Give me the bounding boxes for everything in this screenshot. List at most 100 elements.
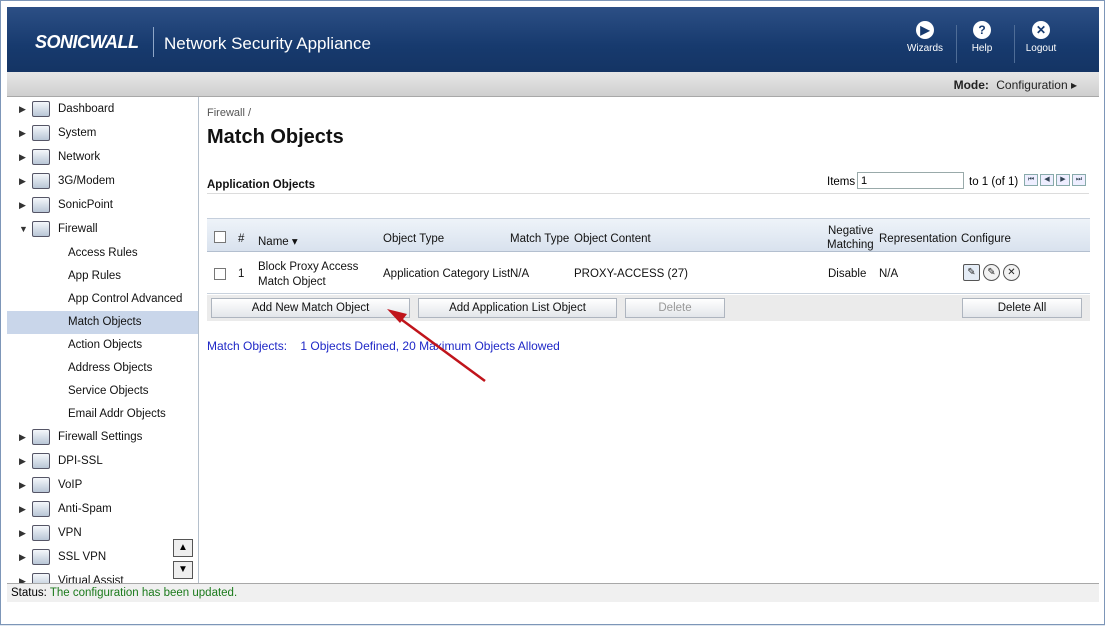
expand-arrow-icon[interactable]: ▶ [19,194,26,216]
section-divider [207,193,1089,194]
sidebar-item-anti-spam[interactable]: ▶ Anti-Spam [7,498,198,520]
select-all-checkbox[interactable] [214,231,226,243]
add-match-object-button[interactable]: Add New Match Object [211,298,410,318]
table-header: # Name ▾ Object Type Match Type Object C… [207,218,1090,252]
sidebar-subitem-label: Service Objects [68,385,149,397]
summary-label: Match Objects: [207,339,288,353]
logout-button[interactable]: ✕ Logout [1016,21,1066,66]
expand-arrow-icon[interactable]: ▶ [19,450,26,472]
sidebar-item-label: Firewall [58,223,98,235]
modem-icon [32,173,50,189]
expand-arrow-icon[interactable]: ▶ [19,474,26,496]
wizards-button[interactable]: ▶ Wizards [900,21,950,66]
items-range: to 1 (of 1) [969,176,1019,188]
mode-bar: Mode: Configuration ▸ [7,72,1099,97]
sidebar-subitem-app-control-advanced[interactable]: App Control Advanced [7,288,198,311]
sidebar-item-firewall[interactable]: ▼ Firewall [7,218,198,240]
prev-page-icon[interactable]: ◀ [1040,174,1054,186]
sidebar-item-label: SSL VPN [58,551,107,563]
sidebar-subitem-match-objects[interactable]: Match Objects [7,311,198,334]
network-globe-icon [32,149,50,165]
expand-arrow-icon[interactable]: ▶ [19,170,26,192]
summary-text: 1 Objects Defined, 20 Maximum Objects Al… [300,339,560,353]
col-name[interactable]: Name ▾ [258,234,298,248]
sidebar-subitem-action-objects[interactable]: Action Objects [7,334,198,357]
pencil-icon[interactable]: ✎ [983,264,1000,281]
dashboard-icon [32,101,50,117]
sidebar-item-label: DPI-SSL [58,455,103,467]
col-num: # [238,233,245,245]
table-row: 1 Block Proxy Access Match Object Applic… [207,253,1090,294]
last-page-icon[interactable]: ⏭ [1072,174,1086,186]
edit-config-icon[interactable]: ✎ [963,264,980,281]
gear-icon [32,429,50,445]
help-button[interactable]: ? Help [957,21,1007,66]
app-window: SONICWALL Network Security Appliance ▶ W… [0,0,1105,625]
envelope-icon [32,501,50,517]
row-name-line1: Block Proxy Access [258,261,359,273]
next-page-icon[interactable]: ▶ [1056,174,1070,186]
sidebar-subitem-email-addr-objects[interactable]: Email Addr Objects [7,403,198,426]
sidebar-subitem-label: Action Objects [68,339,143,351]
items-input[interactable] [857,172,964,189]
row-number: 1 [238,268,245,280]
sidebar-item-label: VoIP [58,479,83,491]
sidebar-item-ssl-vpn[interactable]: ▶ SSL VPN [7,546,198,568]
expand-arrow-icon[interactable]: ▶ [19,426,26,448]
row-representation: N/A [879,268,899,280]
col-object-type: Object Type [383,233,445,245]
status-bar: Status: The configuration has been updat… [7,583,1099,602]
add-application-list-button[interactable]: Add Application List Object [418,298,617,318]
sidebar-item-vpn[interactable]: ▶ VPN [7,522,198,544]
first-page-icon[interactable]: ⏮ [1024,174,1038,186]
sidebar-item-label: Virtual Assist [58,575,124,583]
sidebar-item-dpi-ssl[interactable]: ▶ DPI-SSL [7,450,198,472]
sidebar-item-label: Dashboard [58,103,115,115]
sidebar-subitem-label: Match Objects [68,316,142,328]
scroll-down-button[interactable]: ▼ [173,561,193,579]
breadcrumb[interactable]: Firewall / [207,107,251,119]
objects-summary: Match Objects: 1 Objects Defined, 20 Max… [207,339,560,353]
help-label: Help [971,43,993,54]
main-content: Firewall / Match Objects Application Obj… [200,97,1099,583]
col-representation: Representation [879,233,957,245]
sidebar-subitem-access-rules[interactable]: Access Rules [7,242,198,265]
expand-arrow-icon[interactable]: ▶ [19,522,26,544]
sidebar-subitem-label: Access Rules [68,247,138,259]
expand-arrow-icon[interactable]: ▶ [19,570,26,583]
sidebar-item-network[interactable]: ▶ Network [7,146,198,168]
sidebar-item-virtual-assist[interactable]: ▶ Virtual Assist [7,570,198,583]
sidebar-item-label: VPN [58,527,82,539]
mode-label: Mode: [953,78,989,92]
delete-icon[interactable]: ✕ [1003,264,1020,281]
row-object-content: PROXY-ACCESS (27) [574,268,688,280]
logout-icon: ✕ [1032,21,1050,39]
sidebar-item-3g-modem[interactable]: ▶ 3G/Modem [7,170,198,192]
sidebar-subitem-address-objects[interactable]: Address Objects [7,357,198,380]
scroll-up-button[interactable]: ▲ [173,539,193,557]
row-checkbox[interactable] [214,268,226,280]
sidebar-nav: ▶ Dashboard ▶ System ▶ Network ▶ 3G/Mode… [7,97,199,583]
expand-arrow-icon[interactable]: ▶ [19,146,26,168]
sidebar-item-firewall-settings[interactable]: ▶ Firewall Settings [7,426,198,448]
wizards-label: Wizards [906,43,944,54]
delete-all-button[interactable]: Delete All [962,298,1082,318]
sidebar-item-label: Anti-Spam [58,503,112,515]
sidebar-item-dashboard[interactable]: ▶ Dashboard [7,98,198,120]
col-match-type: Match Type [510,233,570,245]
firewall-icon [32,221,50,237]
collapse-arrow-icon[interactable]: ▼ [19,218,28,240]
sidebar-item-sonicpoint[interactable]: ▶ SonicPoint [7,194,198,216]
sidebar-subitem-app-rules[interactable]: App Rules [7,265,198,288]
mode-selector[interactable]: Mode: Configuration ▸ [954,78,1077,92]
status-label: Status: [11,587,47,599]
expand-arrow-icon[interactable]: ▶ [19,546,26,568]
delete-button[interactable]: Delete [625,298,725,318]
row-match-type: N/A [510,268,530,280]
sidebar-item-voip[interactable]: ▶ VoIP [7,474,198,496]
expand-arrow-icon[interactable]: ▶ [19,98,26,120]
expand-arrow-icon[interactable]: ▶ [19,122,26,144]
sidebar-subitem-service-objects[interactable]: Service Objects [7,380,198,403]
sidebar-item-system[interactable]: ▶ System [7,122,198,144]
expand-arrow-icon[interactable]: ▶ [19,498,26,520]
